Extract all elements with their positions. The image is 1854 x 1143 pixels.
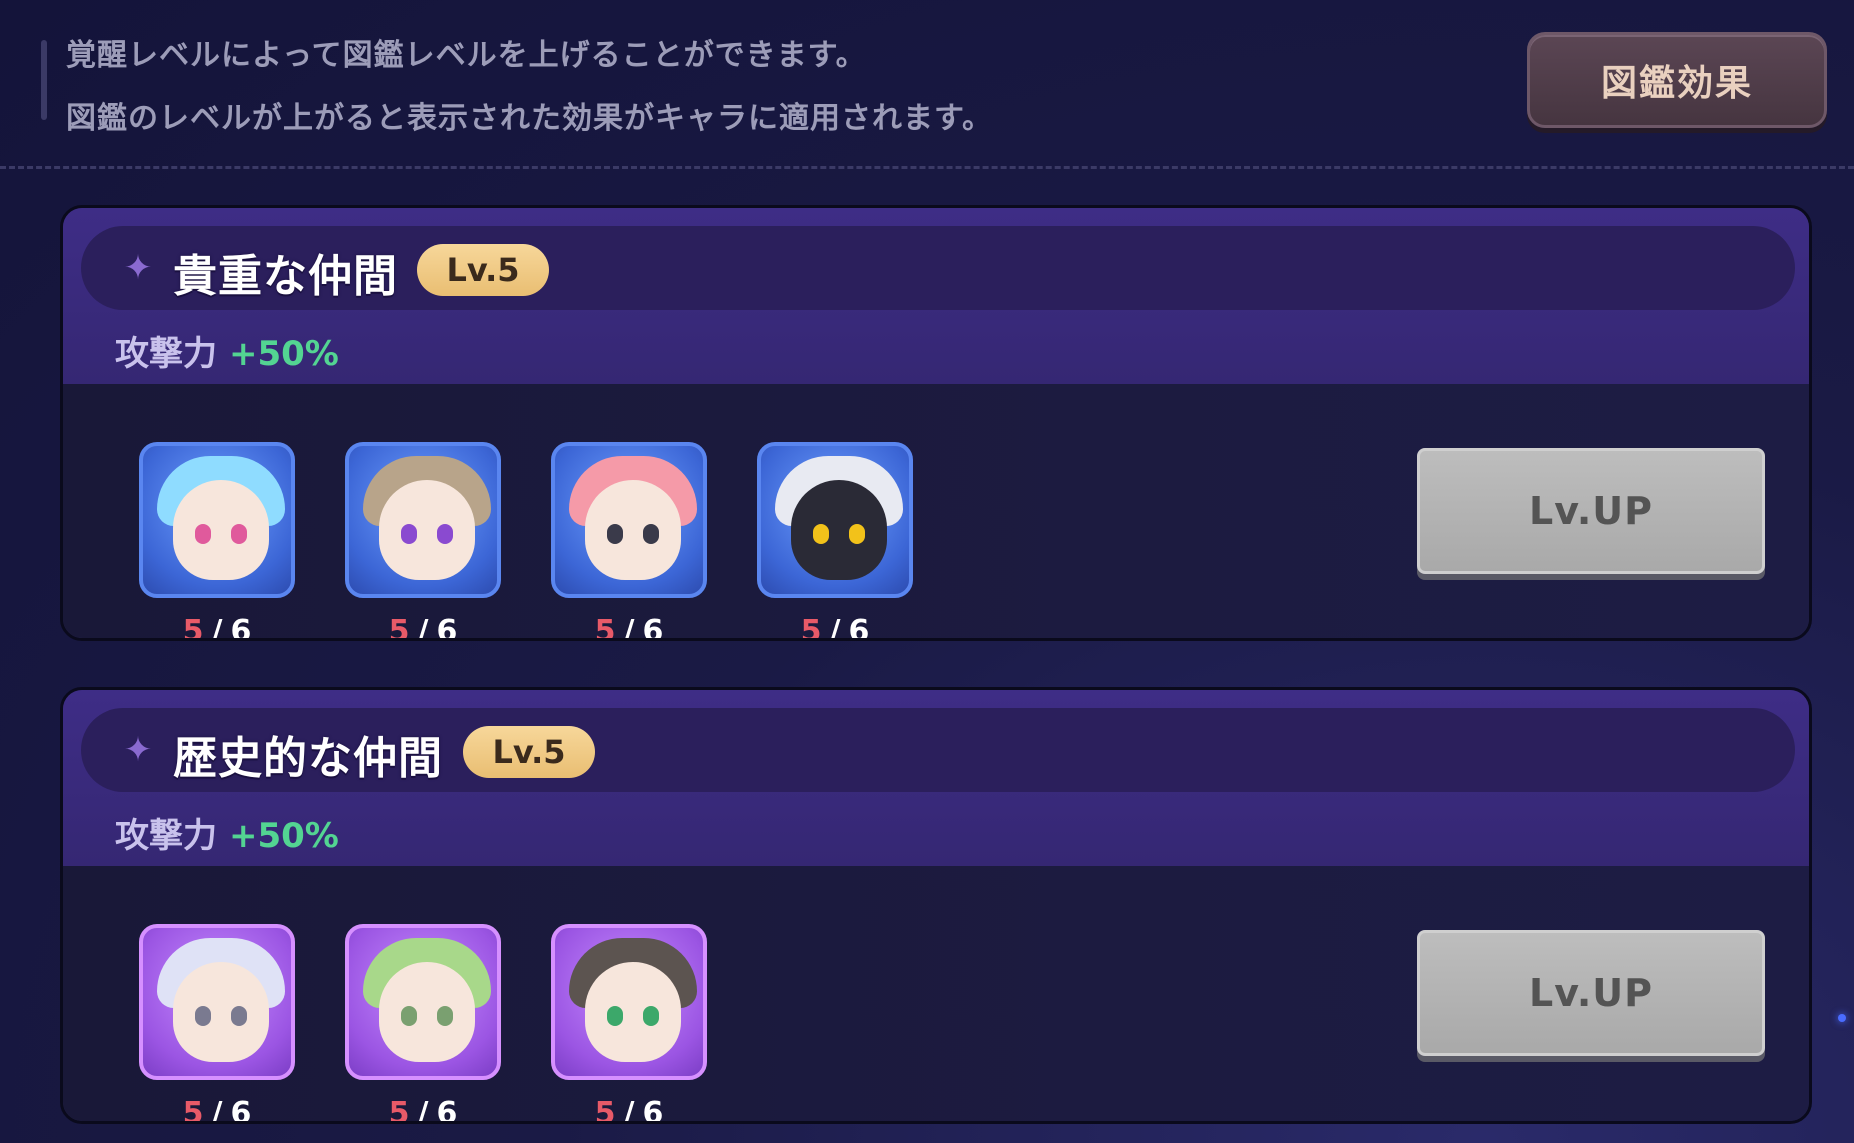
awakening-count: 5 / 6 xyxy=(757,614,913,641)
group-stat: 攻撃力 +50% xyxy=(115,808,339,857)
background-sparkle xyxy=(1838,1014,1846,1022)
sparkle-icon: ✦ xyxy=(123,248,153,288)
count-separator: / xyxy=(623,1096,635,1124)
group-header: ✦ 貴重な仲間 Lv.5 攻撃力 +50% xyxy=(63,208,1809,384)
level-up-button[interactable]: Lv.UP xyxy=(1417,930,1765,1056)
count-current: 5 xyxy=(182,1096,204,1124)
character-portrait[interactable] xyxy=(139,442,295,598)
character-slot[interactable]: 5 / 6 xyxy=(551,442,707,641)
character-portrait[interactable] xyxy=(345,924,501,1080)
count-separator: / xyxy=(417,1096,429,1124)
awakening-count: 5 / 6 xyxy=(551,614,707,641)
count-separator: / xyxy=(829,614,841,641)
character-portrait[interactable] xyxy=(139,924,295,1080)
portrait-eye xyxy=(437,524,453,544)
character-slot[interactable]: 5/6 xyxy=(139,924,295,1124)
portrait-eye xyxy=(195,1006,211,1026)
stat-value: +50% xyxy=(229,334,339,374)
portrait-face xyxy=(585,480,681,580)
portrait-eye xyxy=(437,1006,453,1026)
stat-value: +50% xyxy=(229,816,339,856)
count-max: 6 xyxy=(230,1096,252,1124)
portrait-eye xyxy=(231,1006,247,1026)
count-separator: / xyxy=(623,614,635,641)
awakening-count: 5 / 6 xyxy=(345,614,501,641)
awakening-count: 5/6 xyxy=(345,1096,501,1124)
portrait-eye xyxy=(401,1006,417,1026)
character-slot[interactable]: 5 / 6 xyxy=(345,442,501,641)
portrait-eye xyxy=(643,1006,659,1026)
count-max: 6 xyxy=(642,614,664,641)
count-current: 5 xyxy=(388,614,410,641)
count-current: 5 xyxy=(594,1096,616,1124)
awakening-count: 5 / 6 xyxy=(139,614,295,641)
collection-group-panel: ✦ 貴重な仲間 Lv.5 攻撃力 +50% 5 / 6 5 / 6 5 / 6 5 / … xyxy=(60,205,1812,641)
count-max: 6 xyxy=(642,1096,664,1124)
count-current: 5 xyxy=(388,1096,410,1124)
info-text-line-2: 図鑑のレベルが上がると表示された効果がキャラに適用されます。 xyxy=(66,101,993,136)
count-separator: / xyxy=(417,614,429,641)
portrait-face xyxy=(585,962,681,1062)
group-title: 歴史的な仲間 xyxy=(173,733,443,784)
count-max: 6 xyxy=(230,614,252,641)
awakening-count: 5/6 xyxy=(139,1096,295,1124)
count-max: 6 xyxy=(848,614,870,641)
stat-label: 攻撃力 xyxy=(115,334,217,374)
portrait-eye xyxy=(195,524,211,544)
group-stat: 攻撃力 +50% xyxy=(115,326,339,375)
portrait-eye xyxy=(607,1006,623,1026)
character-slot[interactable]: 5 / 6 xyxy=(139,442,295,641)
group-header: ✦ 歴史的な仲間 Lv.5 攻撃力 +50% xyxy=(63,690,1809,866)
portrait-face xyxy=(791,480,887,580)
group-level-badge: Lv.5 xyxy=(417,244,549,296)
portrait-eye xyxy=(607,524,623,544)
portrait-face xyxy=(379,962,475,1062)
portrait-eye xyxy=(849,524,865,544)
portrait-eye xyxy=(401,524,417,544)
level-up-button[interactable]: Lv.UP xyxy=(1417,448,1765,574)
character-portrait[interactable] xyxy=(345,442,501,598)
collection-effect-button[interactable]: 図鑑効果 xyxy=(1527,32,1827,128)
info-accent-bar xyxy=(41,40,47,120)
character-portrait[interactable] xyxy=(551,924,707,1080)
group-title: 貴重な仲間 xyxy=(173,251,398,302)
group-title-bar: ✦ 貴重な仲間 Lv.5 xyxy=(81,226,1795,310)
portrait-face xyxy=(173,480,269,580)
portrait-face xyxy=(379,480,475,580)
awakening-count: 5/6 xyxy=(551,1096,707,1124)
info-bar: 覚醒レベルによって図鑑レベルを上げることができます。 図鑑のレベルが上がると表示… xyxy=(0,0,1854,168)
count-max: 6 xyxy=(436,1096,458,1124)
portrait-eye xyxy=(813,524,829,544)
group-title-bar: ✦ 歴史的な仲間 Lv.5 xyxy=(81,708,1795,792)
dashed-divider xyxy=(0,166,1854,169)
count-max: 6 xyxy=(436,614,458,641)
portrait-face xyxy=(173,962,269,1062)
character-slot[interactable]: 5/6 xyxy=(551,924,707,1124)
character-slot[interactable]: 5 / 6 xyxy=(757,442,913,641)
group-level-badge: Lv.5 xyxy=(463,726,595,778)
character-slot[interactable]: 5/6 xyxy=(345,924,501,1124)
character-portrait[interactable] xyxy=(757,442,913,598)
count-current: 5 xyxy=(182,614,204,641)
count-separator: / xyxy=(211,1096,223,1124)
count-separator: / xyxy=(211,614,223,641)
sparkle-icon: ✦ xyxy=(123,730,153,770)
info-text-line-1: 覚醒レベルによって図鑑レベルを上げることができます。 xyxy=(66,38,867,73)
count-current: 5 xyxy=(800,614,822,641)
portrait-eye xyxy=(643,524,659,544)
character-portrait[interactable] xyxy=(551,442,707,598)
portrait-eye xyxy=(231,524,247,544)
stat-label: 攻撃力 xyxy=(115,816,217,856)
count-current: 5 xyxy=(594,614,616,641)
collection-group-panel: ✦ 歴史的な仲間 Lv.5 攻撃力 +50% 5/6 5/6 5 / 6 Lv.… xyxy=(60,687,1812,1124)
